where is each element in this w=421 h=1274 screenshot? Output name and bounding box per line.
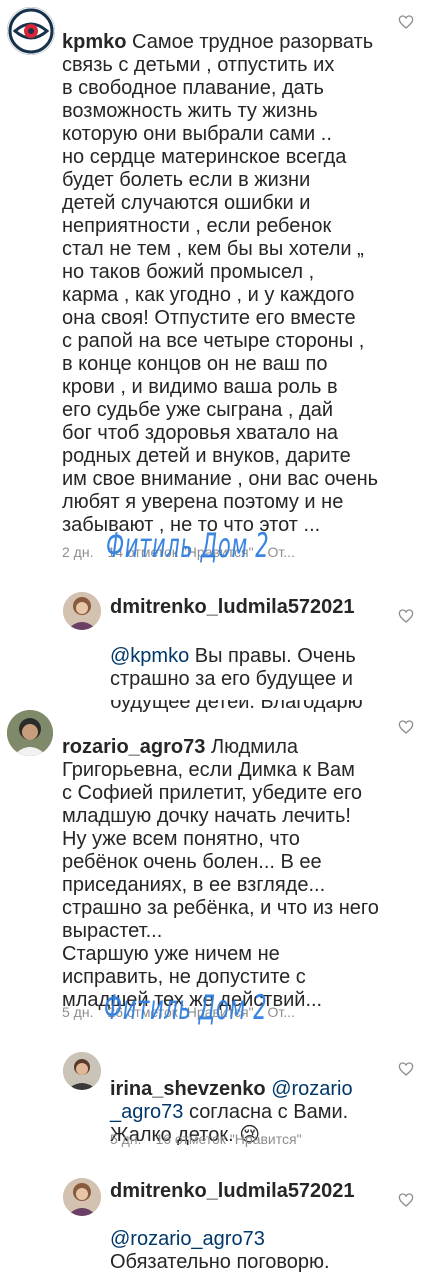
comment-body: Людмила Григорьевна, если Димка к Вам с … [62, 736, 379, 1011]
avatar[interactable] [63, 1178, 101, 1216]
avatar[interactable] [63, 1052, 101, 1090]
watermark: Фитиль Дом 2 [106, 526, 270, 566]
comment-time: 2 дн. [62, 544, 94, 560]
reply-link[interactable]: От... [268, 544, 295, 560]
likes-count[interactable]: 16 отметок "Нравится" [155, 1131, 301, 1147]
like-heart-icon[interactable] [398, 14, 414, 30]
mention-link[interactable]: @rozario_agro73 [110, 1228, 265, 1250]
comment-time: 5 дн. [62, 1004, 94, 1020]
comment-username[interactable]: rozario_agro73 [62, 736, 205, 758]
user-photo-icon [63, 1178, 101, 1216]
avatar[interactable] [7, 7, 55, 55]
user-photo-icon [63, 592, 101, 630]
like-heart-icon[interactable] [398, 608, 414, 624]
comment-username[interactable]: dmitrenko_ludmila572021 [110, 596, 355, 619]
comment-text: @kpmko Вы правы. Очень страшно за его бу… [110, 622, 400, 714]
avatar[interactable] [7, 710, 53, 756]
comment-username[interactable]: dmitrenko_ludmila572021 [110, 1180, 355, 1203]
avatar[interactable] [63, 592, 101, 630]
comment-text: rozario_agro73 Людмила Григорьевна, если… [62, 713, 402, 1012]
like-heart-icon[interactable] [398, 1061, 414, 1077]
comment-meta: 5 дн. 16 отметок "Нравится" [110, 1131, 316, 1147]
eye-logo-icon [7, 7, 55, 55]
comment-body: Обязательно поговорю. [110, 1251, 330, 1273]
comment-time: 5 дн. [110, 1131, 142, 1147]
watermark: Фитиль Дом 2 [104, 988, 268, 1028]
user-photo-icon [63, 1052, 101, 1090]
comment-text: @rozario_agro73 Обязательно поговорю. [110, 1205, 410, 1274]
truncation-mask [0, 692, 421, 700]
comment-username[interactable]: irina_shevzenko [110, 1078, 266, 1100]
comment-body: Самое трудное разорвать связь с детьми ,… [62, 31, 379, 536]
like-heart-icon[interactable] [398, 719, 414, 735]
comment-text: kpmko Самое трудное разорвать связь с де… [62, 8, 402, 537]
user-photo-icon [7, 710, 53, 756]
mention-link[interactable]: @kpmko [110, 645, 189, 667]
reply-link[interactable]: От... [268, 1004, 295, 1020]
comment-username[interactable]: kpmko [62, 31, 126, 53]
like-heart-icon[interactable] [398, 1192, 414, 1208]
